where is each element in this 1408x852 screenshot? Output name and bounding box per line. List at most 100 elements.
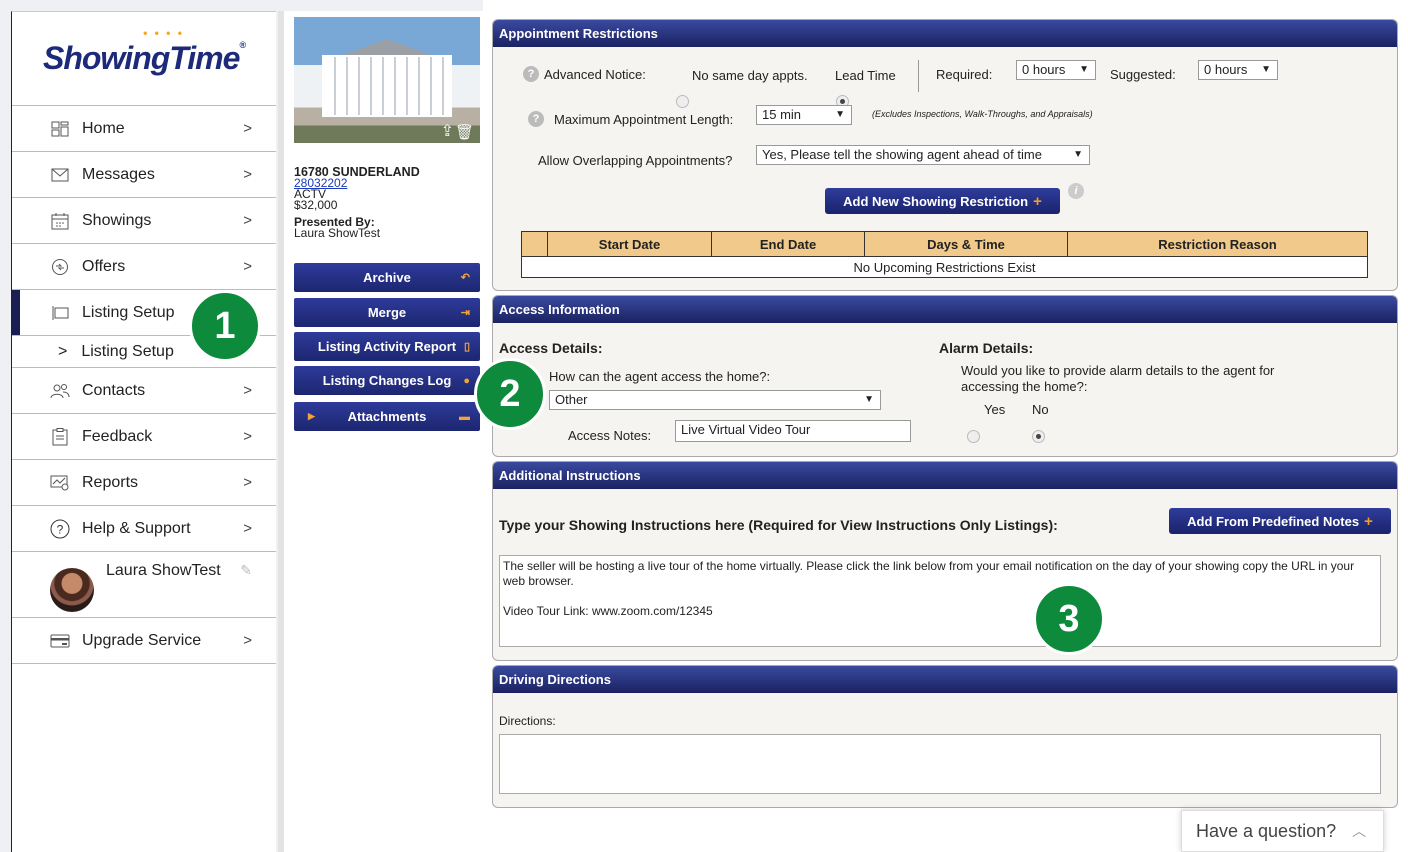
lead-time-label: Lead Time — [835, 68, 896, 83]
max-length-select[interactable]: 15 min ▼ — [756, 105, 852, 125]
sidebar-item-help-support[interactable]: ? Help & Support > — [12, 506, 276, 552]
user-profile[interactable]: Laura ShowTest ✎ — [12, 552, 276, 618]
panel-title: Additional Instructions — [493, 462, 1397, 489]
sidebar: • • • • ShowingTime® Home > Messages > Sh… — [11, 11, 276, 852]
plus-icon: + — [1033, 192, 1042, 210]
document-icon: ▯ — [463, 341, 470, 353]
add-new-showing-restriction-button[interactable]: Add New Showing Restriction + — [825, 188, 1060, 214]
sidebar-item-label: Offers — [82, 257, 126, 275]
max-length-note: (Excludes Inspections, Walk-Throughs, an… — [872, 109, 1093, 119]
help-icon[interactable]: ? — [523, 66, 539, 82]
panel-title: Access Information — [493, 296, 1397, 323]
caret-down-icon: ▼ — [864, 394, 874, 405]
sidebar-item-label: Feedback — [82, 427, 153, 445]
listing-changes-log-button[interactable]: Listing Changes Log ● — [294, 366, 480, 395]
clock-icon: ● — [463, 374, 470, 387]
chevron-right-icon: > — [243, 520, 252, 537]
table-row: No Upcoming Restrictions Exist — [521, 256, 1368, 278]
have-a-question-chat-widget[interactable]: Have a question? ︿ — [1181, 810, 1384, 852]
calendar-icon — [50, 212, 70, 230]
chevron-right-icon: > — [243, 474, 252, 491]
access-notes-label: Access Notes: — [568, 428, 652, 443]
listing-info: 16780 SUNDERLAND 28032202 ACTV $32,000 P… — [294, 166, 420, 239]
envelope-icon — [50, 166, 70, 184]
divider — [918, 60, 919, 92]
folder-icon: ▬ — [459, 410, 470, 423]
step-badge-3: 3 — [1033, 583, 1105, 655]
archive-button[interactable]: Archive ↶ — [294, 263, 480, 292]
directions-textarea[interactable] — [499, 734, 1381, 794]
driving-directions-panel: Driving Directions Directions: — [492, 665, 1398, 808]
alarm-question: Would you like to provide alarm details … — [961, 363, 1275, 394]
sidebar-item-label: Contacts — [82, 381, 146, 399]
panel-title: Appointment Restrictions — [493, 20, 1397, 47]
table-header-cell: Restriction Reason — [1067, 231, 1368, 257]
no-same-day-radio[interactable] — [676, 95, 689, 109]
sidebar-item-label: Reports — [82, 473, 139, 491]
merge-button[interactable]: Merge ⇥ — [294, 298, 480, 327]
chevron-right-icon: > — [58, 342, 68, 360]
alarm-no-label: No — [1032, 402, 1049, 417]
sidebar-item-label: Home — [82, 119, 125, 137]
table-header-cell: Start Date — [547, 231, 712, 257]
sidebar-item-contacts[interactable]: Contacts > — [12, 368, 276, 414]
suggested-label: Suggested: — [1110, 67, 1176, 82]
overlap-select[interactable]: Yes, Please tell the showing agent ahead… — [756, 145, 1090, 165]
edit-icon[interactable]: ✎ — [240, 562, 252, 579]
chevron-right-icon: > — [243, 258, 252, 275]
reports-icon — [50, 474, 70, 492]
required-label: Required: — [936, 67, 993, 82]
suggested-hours-select[interactable]: 0 hours ▼ — [1198, 60, 1278, 80]
sidebar-item-upgrade-service[interactable]: Upgrade Service > — [12, 618, 276, 664]
sidebar-item-showings[interactable]: Showings > — [12, 198, 276, 244]
upload-icon[interactable]: ⇪ — [441, 121, 454, 141]
appointment-restrictions-panel: Appointment Restrictions ? Advanced Noti… — [492, 19, 1398, 291]
additional-instructions-panel: Additional Instructions Type your Showin… — [492, 461, 1398, 661]
advanced-notice-label: Advanced Notice: — [544, 67, 646, 82]
listing-activity-report-button[interactable]: Listing Activity Report ▯ — [294, 332, 480, 361]
step-badge-1: 1 — [189, 290, 261, 362]
alarm-details-heading: Alarm Details: — [939, 340, 1034, 356]
sidebar-item-home[interactable]: Home > — [12, 106, 276, 152]
access-notes-input[interactable]: Live Virtual Video Tour — [675, 420, 911, 442]
help-icon[interactable]: ? — [528, 111, 544, 127]
flag-icon — [50, 304, 70, 322]
sidebar-subitem-label: Listing Setup — [81, 342, 174, 360]
sidebar-item-label: Help & Support — [82, 519, 191, 537]
trash-icon[interactable]: 🗑 — [455, 123, 474, 141]
alarm-yes-radio[interactable] — [967, 430, 980, 444]
table-header-cell: End Date — [711, 231, 865, 257]
restrictions-table: Start Date End Date Days & Time Restrict… — [521, 231, 1368, 278]
help-circle-icon: ? — [50, 519, 70, 538]
access-information-panel: Access Information Access Details: How c… — [492, 295, 1398, 457]
sidebar-item-offers[interactable]: Offers > — [12, 244, 276, 290]
access-method-select[interactable]: Other ▼ — [549, 390, 881, 410]
required-hours-select[interactable]: 0 hours ▼ — [1016, 60, 1096, 80]
panel-title: Driving Directions — [493, 666, 1397, 693]
overlap-label: Allow Overlapping Appointments? — [538, 153, 733, 168]
listing-price: $32,000 — [294, 198, 338, 212]
info-icon[interactable]: i — [1068, 183, 1084, 199]
showingtime-logo[interactable]: • • • • ShowingTime® — [12, 12, 276, 106]
alarm-no-radio[interactable] — [1031, 430, 1045, 444]
sidebar-item-label: Showings — [82, 211, 152, 229]
directions-label: Directions: — [499, 714, 556, 728]
home-grid-icon — [50, 120, 70, 138]
table-header-cell — [521, 231, 548, 257]
access-details-heading: Access Details: — [499, 340, 603, 356]
chevron-right-icon: > — [243, 632, 252, 649]
sidebar-item-messages[interactable]: Messages > — [12, 152, 276, 198]
avatar — [50, 568, 94, 612]
merge-icon: ⇥ — [460, 307, 470, 319]
add-from-predefined-notes-button[interactable]: Add From Predefined Notes + — [1169, 508, 1391, 534]
sidebar-item-feedback[interactable]: Feedback > — [12, 414, 276, 460]
access-question: How can the agent access the home?: — [549, 369, 771, 384]
clipboard-icon — [50, 427, 70, 446]
attachments-button[interactable]: ▶ Attachments ▬ — [294, 402, 480, 431]
chevron-right-icon: > — [243, 120, 252, 137]
chevron-right-icon: > — [243, 166, 252, 183]
sidebar-item-reports[interactable]: Reports > — [12, 460, 276, 506]
listing-photo[interactable]: ⇪ 🗑 — [294, 17, 480, 143]
instructions-textarea[interactable]: The seller will be hosting a live tour o… — [499, 555, 1381, 647]
listing-summary-column: ⇪ 🗑 16780 SUNDERLAND 28032202 ACTV $32,0… — [278, 11, 483, 852]
